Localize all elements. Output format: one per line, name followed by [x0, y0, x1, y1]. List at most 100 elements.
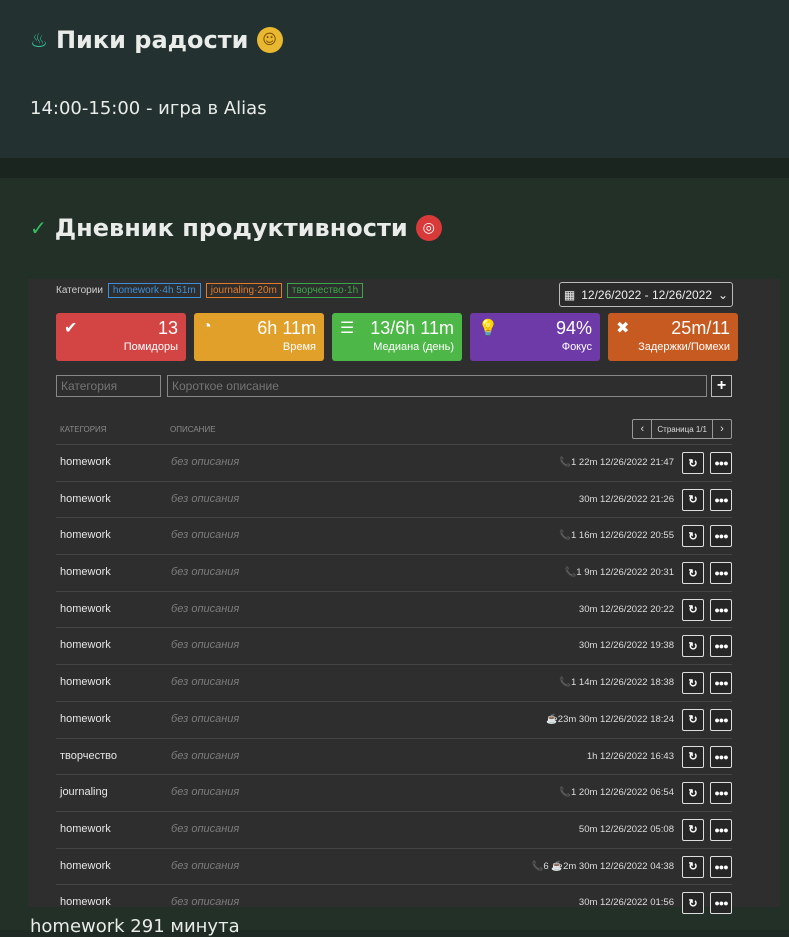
more-button[interactable]: ●●●: [710, 855, 732, 878]
redo-button[interactable]: ↻: [682, 525, 704, 548]
row-category: homework: [60, 822, 111, 835]
redo-button[interactable]: ↻: [682, 745, 704, 768]
redo-button[interactable]: ↻: [682, 598, 704, 621]
row-description: без описания: [171, 786, 240, 799]
redo-icon: ↻: [688, 787, 698, 800]
more-button[interactable]: ●●●: [710, 598, 732, 621]
redo-button[interactable]: ↻: [682, 488, 704, 511]
stat-value: 6h 11m: [257, 318, 316, 338]
ellipsis-icon: ●●●: [714, 788, 728, 799]
table-row: homework без описания 30m 12/26/2022 19:…: [56, 627, 732, 664]
stat-label: Время: [282, 341, 316, 353]
redo-button[interactable]: ↻: [682, 855, 704, 878]
redo-icon: ↻: [688, 494, 698, 507]
table-row: journaling без описания 📞1 20m 12/26/202…: [56, 774, 732, 811]
row-description: без описания: [171, 749, 240, 762]
page-indicator: Страница 1/1: [651, 420, 713, 438]
more-button[interactable]: ●●●: [710, 708, 732, 731]
redo-button[interactable]: ↻: [682, 672, 704, 695]
next-page-button[interactable]: ›: [713, 420, 731, 438]
more-button[interactable]: ●●●: [710, 818, 732, 841]
redo-icon: ↻: [688, 567, 698, 580]
stat-card: ☰ 13/6h 11m Медиана (день): [332, 313, 462, 361]
more-button[interactable]: ●●●: [710, 672, 732, 695]
row-meta: 50m 12/26/2022 05:08: [578, 823, 674, 835]
row-category: homework: [60, 712, 111, 725]
more-button[interactable]: ●●●: [710, 562, 732, 585]
row-meta: 📞1 16m 12/26/2022 20:55: [559, 530, 674, 542]
productivity-card: ✓ Дневник продуктивности ◎ Категории hom…: [0, 178, 789, 930]
redo-button[interactable]: ↻: [682, 782, 704, 805]
more-button[interactable]: ●●●: [710, 782, 732, 805]
table-row: homework без описания 📞6 ☕2m 30m 12/26/2…: [56, 847, 732, 885]
party-face-icon: ☺: [256, 27, 283, 53]
ellipsis-icon: ●●●: [714, 861, 728, 872]
stat-value: 13: [157, 318, 178, 338]
stat-card: ✔ 13 Помидоры: [56, 313, 186, 361]
row-category: homework: [60, 492, 111, 505]
redo-icon: ↻: [688, 530, 698, 543]
description-input[interactable]: [167, 375, 707, 397]
category-input[interactable]: [56, 375, 161, 397]
redo-icon: ↻: [688, 897, 698, 910]
category-tag-journaling[interactable]: journaling·20m: [205, 283, 282, 298]
entries-table: homework без описания 📞1 22m 12/26/2022 …: [56, 444, 732, 921]
redo-icon: ↻: [688, 677, 698, 690]
row-category: homework: [60, 566, 111, 579]
row-description: без описания: [171, 602, 240, 615]
summary-text: homework 291 минута: [30, 916, 240, 937]
category-tag-homework[interactable]: homework·4h 51m: [107, 283, 201, 298]
table-row: homework без описания 50m 12/26/2022 05:…: [56, 810, 732, 848]
category-filter: Категории homework·4h 51m journaling·20m…: [56, 283, 364, 298]
stat-value: 94%: [555, 318, 592, 338]
add-entry-button[interactable]: +: [711, 375, 732, 397]
more-button[interactable]: ●●●: [710, 488, 732, 511]
ellipsis-icon: ●●●: [714, 824, 728, 835]
ellipsis-icon: ●●●: [714, 678, 728, 689]
ellipsis-icon: ●●●: [714, 458, 728, 468]
redo-button[interactable]: ↻: [682, 892, 704, 915]
redo-icon: ↻: [688, 457, 698, 470]
table-header: КАТЕГОРИЯ ОПИСАНИЕ ‹ Страница 1/1 ›: [56, 419, 732, 439]
stat-label: Фокус: [561, 341, 592, 353]
table-row: homework без описания 📞1 14m 12/26/2022 …: [56, 664, 732, 701]
prev-page-button[interactable]: ‹: [633, 420, 651, 438]
more-button[interactable]: ●●●: [710, 525, 732, 548]
row-meta: 📞6 ☕2m 30m 12/26/2022 04:38: [531, 860, 675, 872]
more-button[interactable]: ●●●: [710, 892, 732, 915]
ellipsis-icon: ●●●: [714, 898, 728, 909]
table-row: homework без описания 30m 12/26/2022 20:…: [56, 590, 732, 628]
stat-card: ✖ 25m/11 Задержки/Помехи: [608, 313, 738, 361]
row-meta: 30m 12/26/2022 01:56: [578, 897, 674, 909]
row-description: без описания: [171, 639, 240, 652]
more-button[interactable]: ●●●: [710, 452, 732, 474]
stat-value: 13/6h 11m: [370, 318, 454, 338]
row-description: без описания: [171, 492, 240, 505]
table-row: homework без описания 📞1 16m 12/26/2022 …: [56, 517, 732, 554]
ellipsis-icon: ●●●: [714, 494, 728, 505]
stat-label: Задержки/Помехи: [638, 341, 730, 353]
redo-button[interactable]: ↻: [682, 562, 704, 585]
redo-button[interactable]: ↻: [682, 635, 704, 658]
row-description: без описания: [171, 822, 240, 835]
redo-icon: ↻: [688, 861, 698, 874]
table-row: homework без описания ☕23m 30m 12/26/202…: [56, 700, 732, 738]
row-category: journaling: [60, 786, 108, 799]
category-tag-creativity[interactable]: творчество·1h: [286, 283, 364, 298]
row-category: homework: [60, 676, 111, 689]
more-button[interactable]: ●●●: [710, 635, 732, 658]
more-button[interactable]: ●●●: [710, 745, 732, 768]
redo-button[interactable]: ↻: [682, 708, 704, 731]
close-icon: ✖: [616, 320, 630, 337]
joy-peaks-title: ♨ Пики радости ☺: [30, 26, 283, 54]
row-meta: 📞1 22m 12/26/2022 21:47: [559, 457, 674, 468]
productivity-widget: Категории homework·4h 51m journaling·20m…: [28, 279, 780, 915]
row-meta: 📞1 9m 12/26/2022 20:31: [564, 567, 674, 579]
row-meta: 30m 12/26/2022 20:22: [578, 603, 674, 615]
date-range-button[interactable]: ▦ 12/26/2022 - 12/26/2022 ⌄: [559, 282, 733, 307]
redo-button[interactable]: ↻: [682, 818, 704, 841]
target-icon: ◎: [415, 215, 442, 241]
plus-icon: +: [716, 377, 727, 394]
redo-button[interactable]: ↻: [682, 452, 704, 474]
ellipsis-icon: ●●●: [714, 604, 728, 615]
